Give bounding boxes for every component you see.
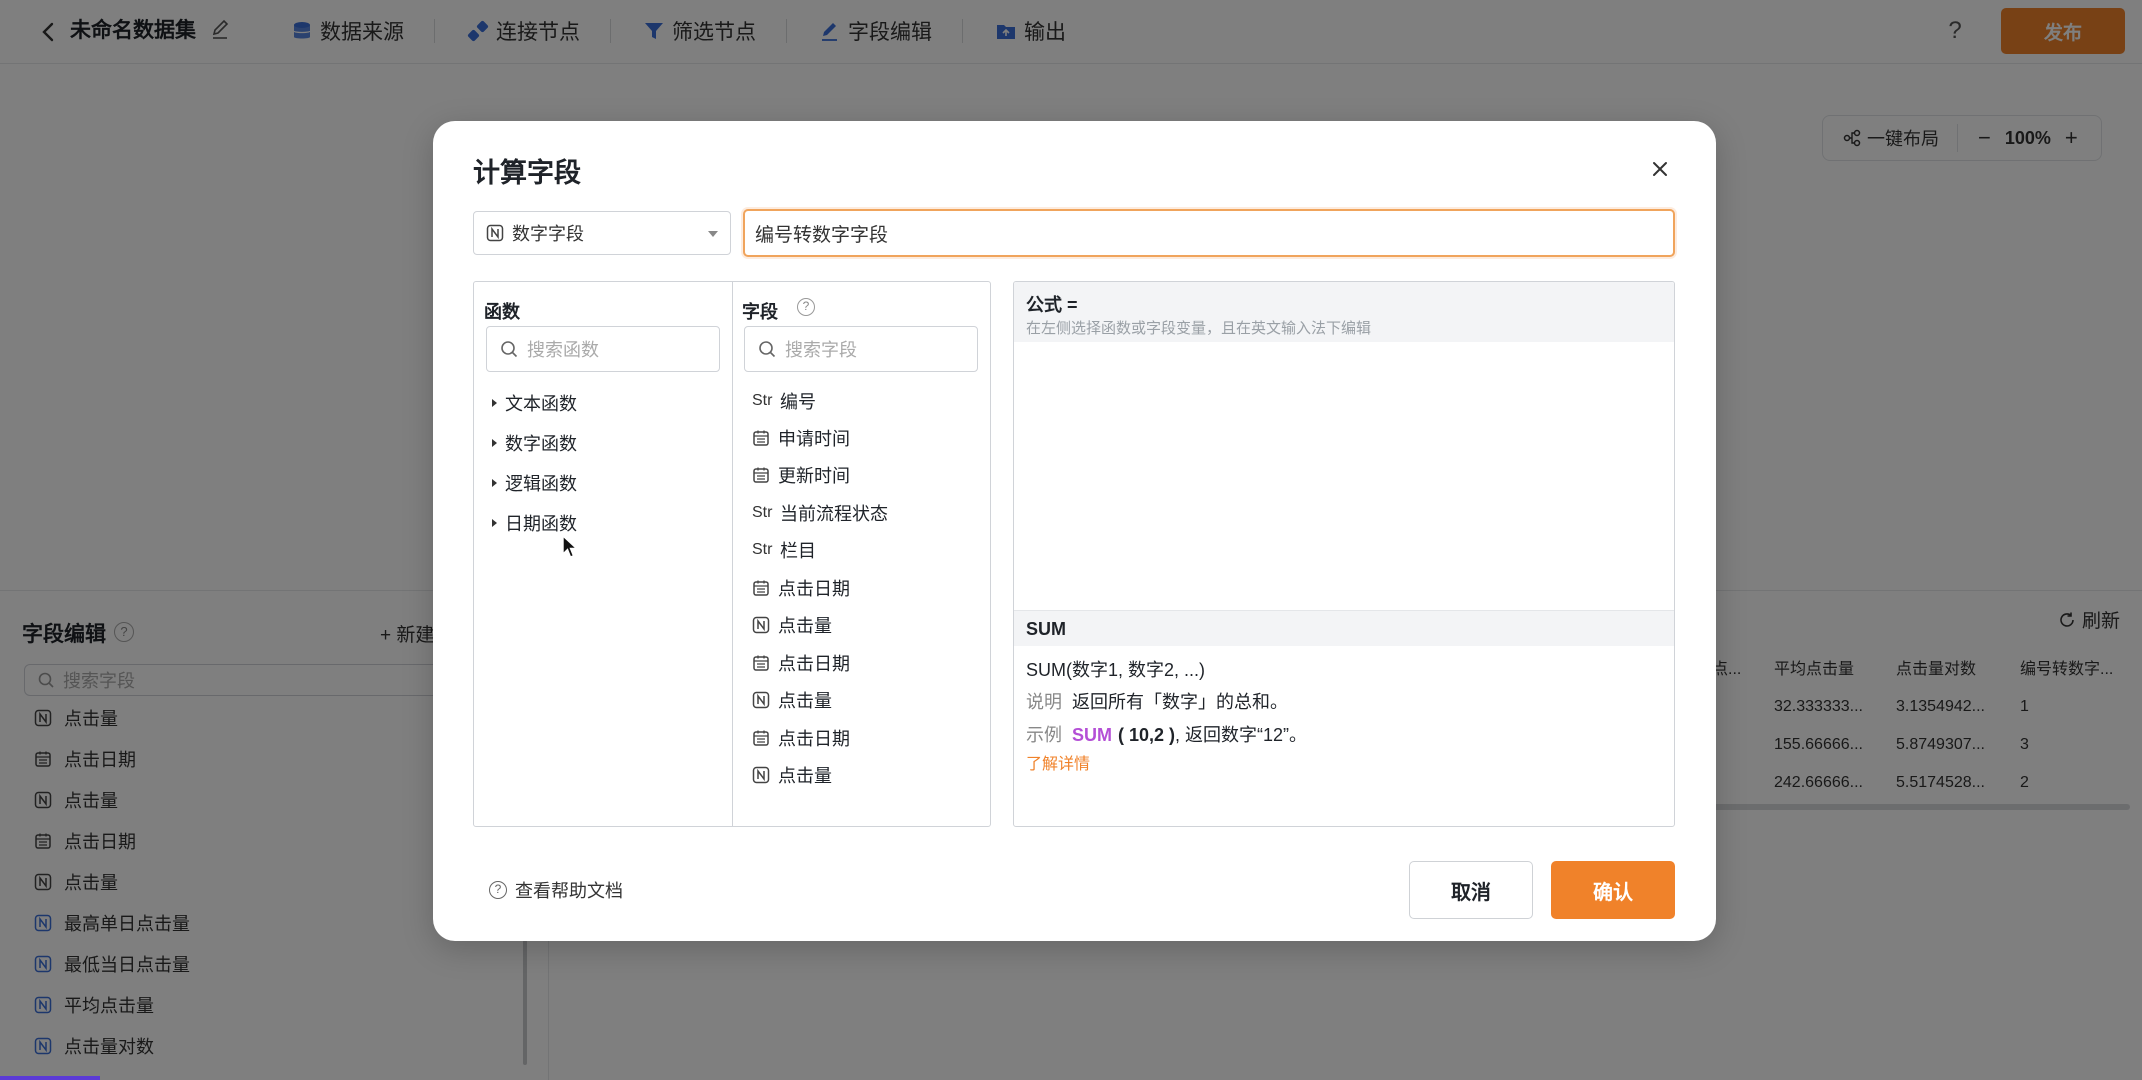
help-doc-label: 查看帮助文档 [515,881,623,901]
function-group-label: 数字函数 [505,434,577,454]
date-field-icon [753,580,769,596]
field-item[interactable]: 点击量 [752,762,832,788]
function-group-text[interactable]: 文本函数 [492,390,577,416]
field-search-input[interactable]: 搜索字段 [744,326,978,372]
calc-field-dialog: 计算字段 数字字段 函数 搜索函数 文本函数 数字函数 逻辑函数 日期函数 字段… [433,121,1716,941]
field-item[interactable]: 点击日期 [752,575,850,601]
cancel-button[interactable]: 取消 [1409,861,1533,919]
field-item-label: 点击量 [778,616,832,636]
close-icon[interactable] [1646,155,1674,183]
field-item[interactable]: Str 当前流程状态 [752,500,888,526]
confirm-button[interactable]: 确认 [1551,861,1675,919]
function-description: 说明 返回所有「数字」的总和。 [1026,688,1288,714]
function-example: 示例 SUM ( 10,2 ), 返回数字“12”。 [1026,721,1307,747]
function-help-header: SUM [1014,610,1674,646]
chevron-down-icon [708,231,718,237]
learn-more-link[interactable]: 了解详情 [1026,750,1090,774]
example-result: , 返回数字“12”。 [1175,725,1308,745]
caret-right-icon [492,519,497,527]
function-group-logic[interactable]: 逻辑函数 [492,470,577,496]
field-item[interactable]: 点击日期 [752,650,850,676]
field-item-label: 更新时间 [778,466,850,486]
example-args: ( 10,2 ) [1118,725,1176,745]
string-type-icon: Str [752,504,773,521]
question-icon[interactable]: ? [797,298,815,316]
date-field-icon [753,430,769,446]
formula-panel: 公式 = 在左侧选择函数或字段变量，且在英文输入法下编辑 SUM SUM(数字1… [1013,281,1675,827]
field-item-label: 点击日期 [778,654,850,674]
formula-hint: 在左侧选择函数或字段变量，且在英文输入法下编辑 [1026,320,1372,337]
field-type-value: 数字字段 [512,224,584,244]
field-item-label: 点击日期 [778,729,850,749]
description-label: 说明 [1026,692,1062,712]
date-field-icon [753,730,769,746]
functions-header: 函数 [484,302,520,322]
field-item[interactable]: 申请时间 [752,425,850,451]
date-field-icon [753,467,769,483]
function-syntax: SUM(数字1, 数字2, ...) [1026,660,1206,680]
example-keyword: SUM [1072,725,1112,745]
caret-right-icon [492,479,497,487]
dialog-title: 计算字段 [473,158,581,188]
search-icon [759,341,776,358]
field-search-placeholder: 搜索字段 [785,340,857,360]
string-type-icon: Str [752,392,773,409]
number-field-icon [752,691,770,709]
field-name-input[interactable] [743,209,1675,257]
field-item[interactable]: Str 栏目 [752,537,816,563]
function-field-panel: 函数 搜索函数 文本函数 数字函数 逻辑函数 日期函数 字段 ? 搜索字段 St… [473,281,991,827]
number-field-icon [486,224,504,242]
formula-editor[interactable] [1014,342,1674,610]
question-icon: ? [489,881,507,899]
help-doc-link[interactable]: ? 查看帮助文档 [489,877,623,903]
function-group-date[interactable]: 日期函数 [492,510,577,536]
field-item[interactable]: 点击日期 [752,725,850,751]
field-type-select[interactable]: 数字字段 [473,211,731,255]
field-item-label: 点击量 [778,766,832,786]
mouse-cursor-icon [561,534,579,560]
function-group-label: 逻辑函数 [505,474,577,494]
caret-right-icon [492,439,497,447]
field-item[interactable]: 点击量 [752,612,832,638]
field-item[interactable]: 点击量 [752,687,832,713]
example-label: 示例 [1026,725,1062,745]
caret-right-icon [492,399,497,407]
fields-header: 字段 [742,302,778,322]
description-text: 返回所有「数字」的总和。 [1072,692,1288,712]
field-item-label: 点击量 [778,691,832,711]
field-item-label: 编号 [780,392,816,412]
function-group-number[interactable]: 数字函数 [492,430,577,456]
search-icon [501,341,518,358]
string-type-icon: Str [752,541,773,558]
function-search-placeholder: 搜索函数 [527,340,599,360]
field-item-label: 申请时间 [778,429,850,449]
number-field-icon [752,766,770,784]
field-item-label: 栏目 [780,541,816,561]
function-group-label: 日期函数 [505,514,577,534]
formula-header: 公式 = 在左侧选择函数或字段变量，且在英文输入法下编辑 [1014,282,1674,342]
formula-label: 公式 = [1026,295,1078,315]
number-field-icon [752,616,770,634]
field-item-label: 点击日期 [778,579,850,599]
field-item[interactable]: Str 编号 [752,388,816,414]
field-item[interactable]: 更新时间 [752,462,850,488]
date-field-icon [753,655,769,671]
function-search-input[interactable]: 搜索函数 [486,326,720,372]
function-group-label: 文本函数 [505,394,577,414]
field-item-label: 当前流程状态 [780,504,888,524]
function-help-name: SUM [1026,619,1066,639]
divider [732,282,733,826]
accent-strip [0,1076,100,1080]
